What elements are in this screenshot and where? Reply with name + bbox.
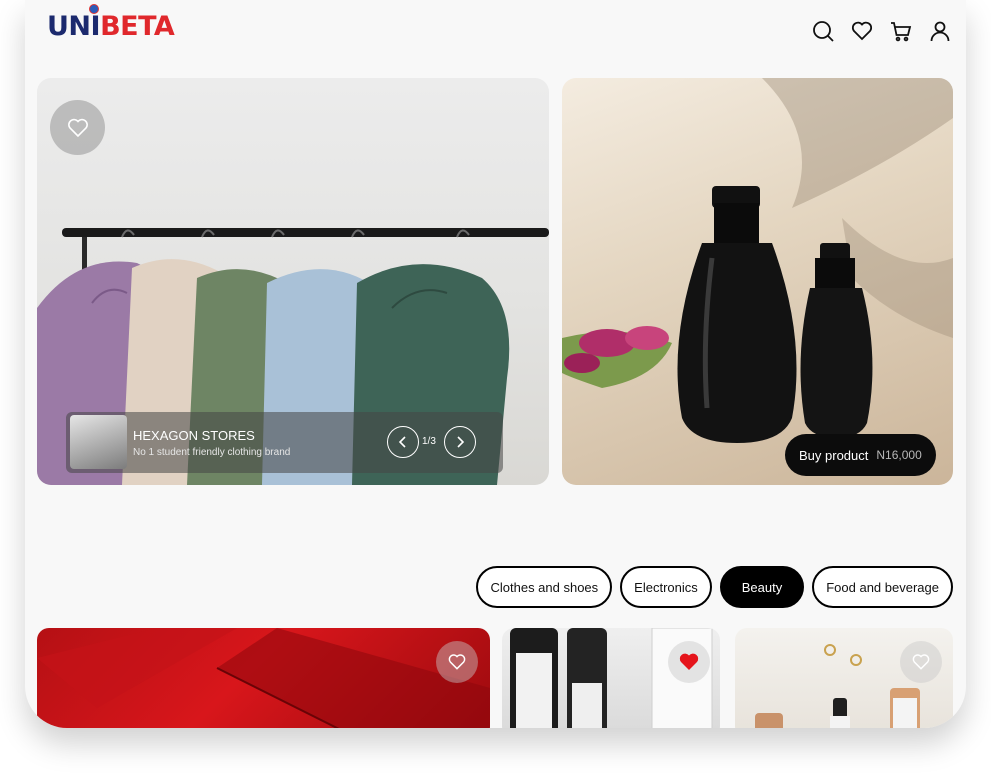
heart-outline-icon bbox=[448, 654, 466, 670]
product-card[interactable] bbox=[502, 628, 720, 728]
store-name[interactable]: HEXAGON STORES bbox=[133, 428, 255, 443]
category-electronics[interactable]: Electronics bbox=[620, 566, 712, 608]
product-favorite-button[interactable] bbox=[900, 641, 942, 683]
hero-store-banner[interactable]: HEXAGON STORES No 1 student friendly clo… bbox=[37, 78, 549, 485]
slide-prev-button[interactable] bbox=[387, 426, 419, 458]
store-info-bar: HEXAGON STORES No 1 student friendly clo… bbox=[66, 412, 503, 473]
buy-product-button[interactable]: Buy product N16,000 bbox=[785, 434, 936, 476]
heart-icon[interactable] bbox=[850, 18, 874, 44]
heart-outline-icon bbox=[912, 654, 930, 670]
product-card[interactable] bbox=[735, 628, 953, 728]
chevron-right-icon bbox=[457, 436, 465, 448]
buy-price: N16,000 bbox=[876, 448, 922, 462]
brand-logo[interactable]: UNIBETA bbox=[47, 4, 175, 42]
serum-bottles-image bbox=[562, 78, 953, 443]
product-card[interactable] bbox=[37, 628, 490, 728]
user-icon[interactable] bbox=[928, 18, 952, 44]
chevron-left-icon bbox=[398, 436, 406, 448]
store-description: No 1 student friendly clothing brand bbox=[133, 447, 291, 458]
heart-filled-icon bbox=[679, 653, 699, 670]
cart-icon[interactable] bbox=[889, 18, 913, 44]
heart-outline-icon bbox=[67, 118, 88, 137]
category-beauty[interactable]: Beauty bbox=[719, 566, 805, 608]
slide-counter: 1/3 bbox=[422, 436, 436, 447]
logo-uni-text: UNI bbox=[47, 11, 101, 42]
slide-next-button[interactable] bbox=[444, 426, 476, 458]
product-favorite-button[interactable] bbox=[668, 641, 710, 683]
store-thumbnail[interactable] bbox=[70, 415, 127, 469]
category-food-and-beverage[interactable]: Food and beverage bbox=[812, 566, 953, 608]
search-icon[interactable] bbox=[811, 18, 835, 44]
hero-favorite-button[interactable] bbox=[50, 100, 105, 155]
buy-label: Buy product bbox=[799, 447, 869, 463]
header-actions bbox=[811, 18, 952, 44]
logo-badge-icon bbox=[89, 4, 99, 14]
hero-product-banner[interactable]: Buy product N16,000 bbox=[562, 78, 953, 485]
red-leather-image bbox=[37, 628, 490, 728]
logo-beta-text: BETA bbox=[100, 11, 175, 42]
category-tabs: Clothes and shoes Electronics Beauty Foo… bbox=[476, 566, 953, 608]
category-clothes-and-shoes[interactable]: Clothes and shoes bbox=[476, 566, 613, 608]
product-favorite-button[interactable] bbox=[436, 641, 478, 683]
app-screen: UNIBETA HEXAGON STORES No 1 student frie… bbox=[25, 0, 966, 728]
